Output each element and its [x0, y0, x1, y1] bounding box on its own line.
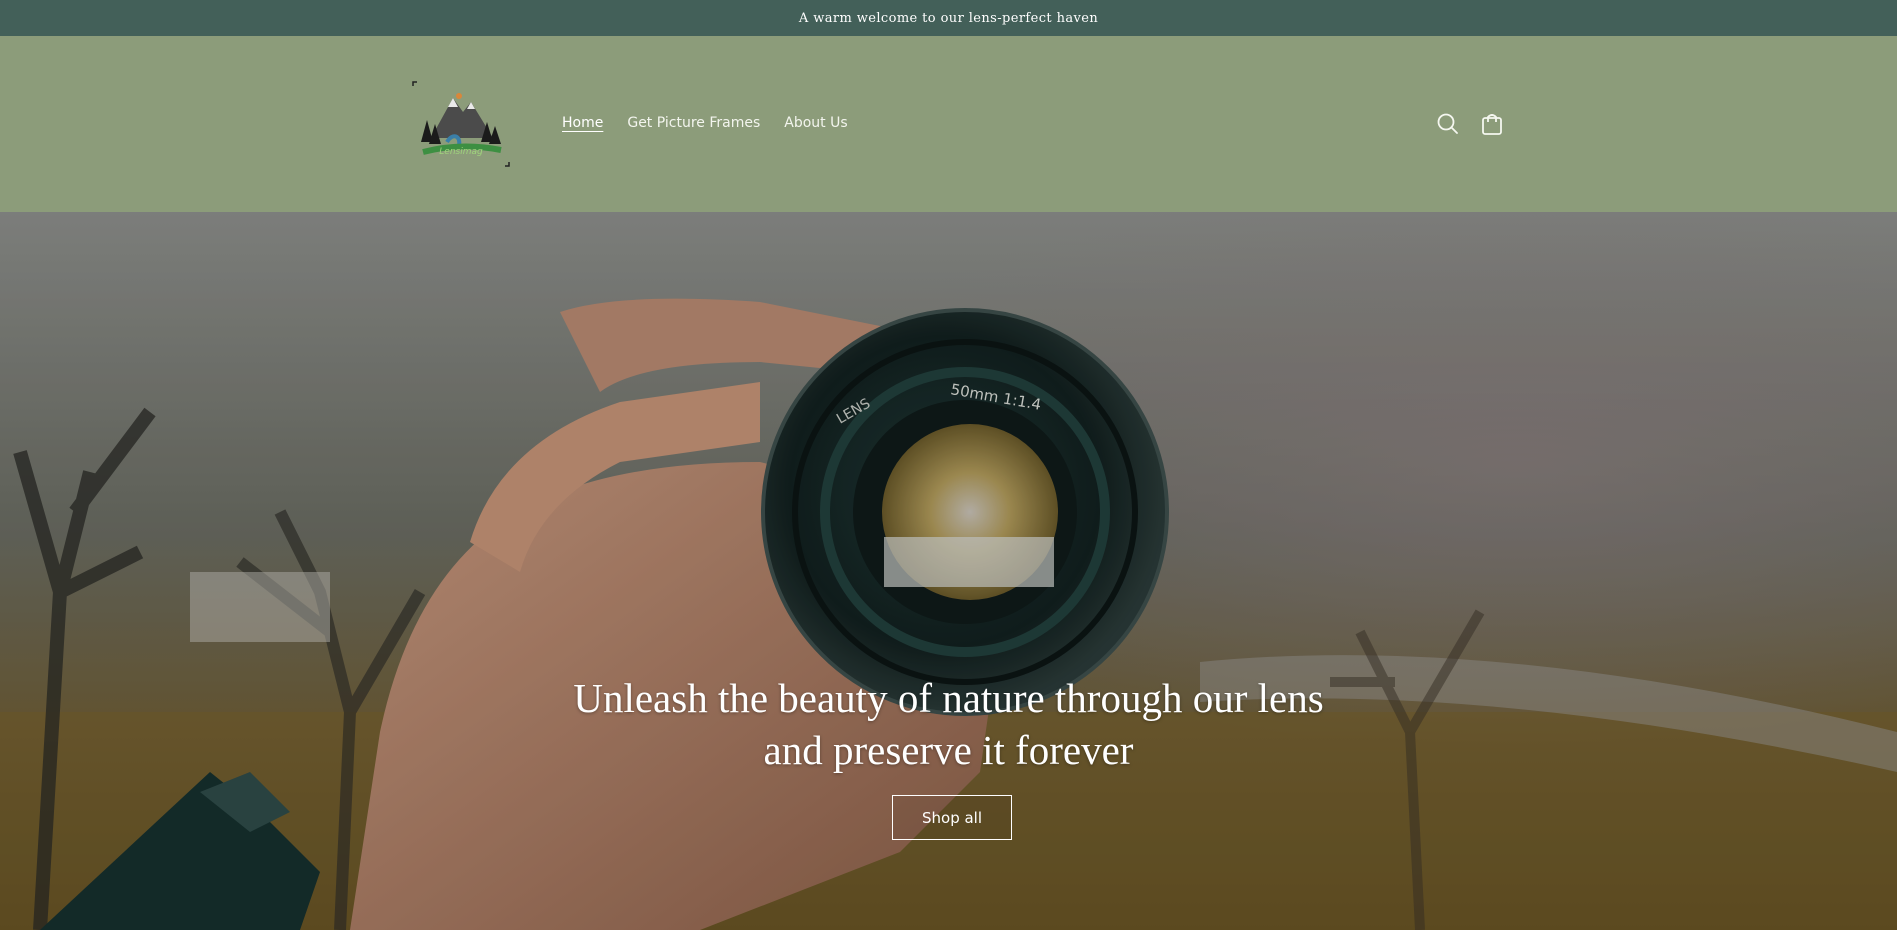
announcement-text: A warm welcome to our lens-perfect haven [798, 10, 1099, 26]
hero-title-line-1: Unleash the beauty of nature through our… [573, 675, 1324, 721]
shop-all-button[interactable]: Shop all [892, 795, 1012, 840]
search-icon[interactable] [1434, 110, 1462, 138]
nav-home[interactable]: Home [562, 115, 603, 131]
nav-about-us[interactable]: About Us [784, 115, 847, 131]
hero-title: Unleash the beauty of nature through our… [0, 672, 1897, 776]
nav-get-picture-frames[interactable]: Get Picture Frames [627, 115, 760, 131]
logo[interactable]: Lensimag [411, 80, 511, 168]
announcement-bar: A warm welcome to our lens-perfect haven [0, 0, 1897, 36]
hero-title-line-2: and preserve it forever [763, 727, 1134, 773]
cart-icon[interactable] [1478, 110, 1506, 138]
svg-text:Lensimag: Lensimag [439, 147, 483, 157]
hero-banner: 50mm 1:1.4 LENS Unleash the beauty of na… [0, 212, 1897, 930]
logo-mark-icon: Lensimag [412, 81, 510, 167]
main-nav: Home Get Picture Frames About Us [562, 115, 872, 131]
site-header: Lensimag Home Get Picture Frames About U… [0, 36, 1897, 212]
